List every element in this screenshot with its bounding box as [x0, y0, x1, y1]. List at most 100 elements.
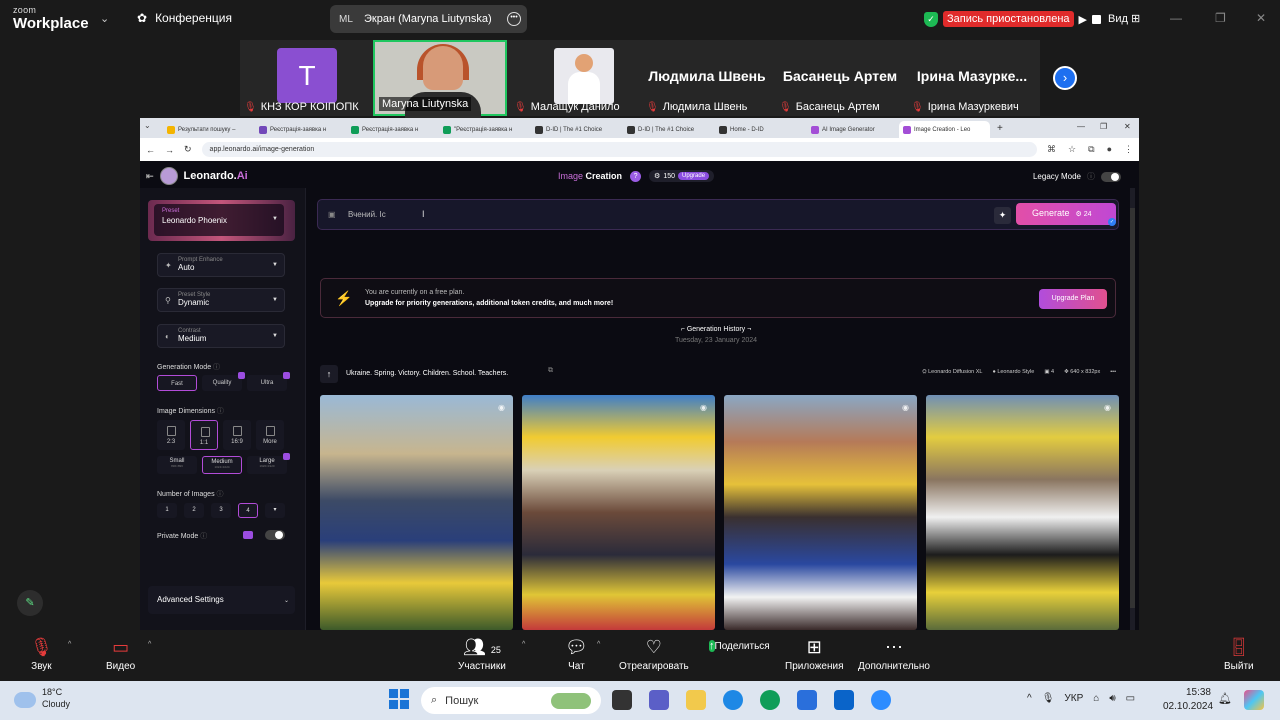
star-icon[interactable]: ☆ — [1068, 144, 1076, 155]
collapse-icon[interactable]: ⇤ — [146, 171, 154, 182]
eye-icon[interactable]: ◉ — [700, 403, 707, 412]
outlook-icon[interactable] — [834, 690, 854, 710]
preset-style-select[interactable]: ⚲ Preset Style Dynamic ▼ — [157, 288, 285, 312]
leave-button[interactable]: 🚪︎ Выйти — [1224, 637, 1254, 672]
browser-tab[interactable]: Реєстрація-заявка н — [255, 121, 346, 138]
maximize-icon[interactable]: ❐ — [1215, 11, 1226, 25]
screen-share-pill[interactable]: ML Экран (Maryna Liutynska) ••• — [330, 5, 527, 33]
url-input[interactable]: app.leonardo.ai/image-generation — [201, 142, 1038, 157]
close-icon[interactable]: ✕ — [1124, 122, 1131, 131]
num-images-3[interactable]: 3 — [211, 503, 231, 518]
participant-tile[interactable]: 🎙︎ Малащук Данило — [510, 40, 640, 116]
eye-icon[interactable]: ◉ — [902, 403, 909, 412]
file-explorer-icon[interactable] — [686, 690, 706, 710]
mode-fast[interactable]: Fast — [157, 375, 197, 391]
minimize-icon[interactable]: — — [1170, 11, 1182, 25]
video-button[interactable]: ▭ Видео ^ — [106, 637, 151, 672]
sparkle-icon[interactable]: ✦ — [994, 207, 1011, 224]
token-balance[interactable]: ⚙ 150 Upgrade — [649, 170, 715, 182]
prompt-input[interactable]: Вчений. Іс — [348, 210, 386, 219]
ratio-16-9[interactable]: 16:9 — [223, 420, 251, 450]
translate-icon[interactable]: ⌘ — [1047, 144, 1056, 155]
generated-image[interactable]: ◉ — [522, 395, 715, 630]
pencil-icon[interactable]: ✎ — [17, 590, 43, 616]
caret-down-icon[interactable]: ▾ — [265, 503, 285, 518]
tab-search-icon[interactable]: ⌄ — [144, 121, 158, 135]
eye-icon[interactable]: ◉ — [1104, 403, 1111, 412]
participant-tile[interactable]: Басанець Артем 🎙︎ Басанець Артем — [775, 40, 905, 116]
battery-icon[interactable]: ▭ — [1126, 693, 1135, 704]
upgrade-badge[interactable]: Upgrade — [678, 172, 710, 180]
teams-icon[interactable] — [649, 690, 669, 710]
participant-tile[interactable]: Людмила Швень 🎙︎ Людмила Швень — [642, 40, 772, 116]
view-menu[interactable]: Вид ⊞ — [1108, 12, 1140, 25]
back-icon[interactable]: ← — [146, 145, 155, 155]
help-icon[interactable]: ? — [630, 170, 642, 182]
generate-button[interactable]: Generate ⚙ 24 — [1016, 203, 1116, 225]
close-icon[interactable]: ✕ — [1256, 11, 1266, 25]
play-icon[interactable]: ▶ — [1079, 13, 1087, 26]
ratio-2-3[interactable]: 2:3 — [157, 420, 185, 450]
task-view-icon[interactable] — [612, 690, 632, 710]
browser-tab[interactable]: D-ID | The #1 Choice — [531, 121, 622, 138]
more-icon[interactable]: ••• — [507, 12, 521, 26]
network-icon[interactable]: ⌂ — [1093, 693, 1099, 704]
num-images-2[interactable]: 2 — [184, 503, 204, 518]
browser-tab[interactable]: AI Image Generator — [807, 121, 898, 138]
menu-icon[interactable]: ⋮ — [1124, 144, 1133, 155]
participant-tile[interactable]: Ірина Мазурке... 🎙︎ Ірина Мазуркевич — [907, 40, 1037, 116]
copy-icon[interactable]: ⧉ — [548, 367, 553, 375]
extensions-icon[interactable]: ⧉ — [1088, 144, 1094, 155]
eye-icon[interactable]: ◉ — [498, 403, 505, 412]
conference-menu[interactable]: ✿ Конференция — [137, 11, 232, 25]
private-mode-toggle[interactable] — [265, 530, 285, 540]
upgrade-plan-button[interactable]: Upgrade Plan — [1039, 289, 1107, 309]
num-images-4[interactable]: 4 — [238, 503, 258, 518]
mode-quality[interactable]: Quality — [202, 372, 245, 391]
react-button[interactable]: ♡ Отреагировать — [619, 637, 689, 672]
chat-button[interactable]: 💬︎ Чат ^ — [565, 637, 600, 672]
browser-tab[interactable]: "Реєстрація-заявка н — [439, 121, 530, 138]
maximize-icon[interactable]: ❐ — [1100, 122, 1107, 131]
chevron-up-icon[interactable]: ^ — [68, 641, 71, 648]
arrow-up-icon[interactable]: ↑ — [320, 365, 338, 383]
edge-icon[interactable] — [723, 690, 743, 710]
forward-icon[interactable]: → — [165, 145, 174, 155]
prompt-enhance-select[interactable]: ✦ Prompt Enhance Auto ▼ — [157, 253, 285, 277]
chevron-down-icon[interactable]: ⌄ — [100, 12, 114, 26]
chrome-icon[interactable] — [760, 690, 780, 710]
num-images-1[interactable]: 1 — [157, 503, 177, 518]
weather-widget[interactable]: 18°C Cloudy — [14, 687, 70, 710]
browser-tab[interactable]: Home - D-ID — [715, 121, 806, 138]
copilot-icon[interactable] — [1244, 690, 1264, 710]
more-icon[interactable]: ••• — [1110, 369, 1116, 376]
ratio-1-1[interactable]: 1:1 — [190, 420, 218, 450]
preset-card[interactable]: Preset Leonardo Phoenix ▼ — [148, 200, 295, 241]
browser-tab[interactable]: Результати пошуку – — [163, 121, 254, 138]
image-icon[interactable]: ▣ — [328, 210, 336, 219]
legacy-toggle[interactable] — [1101, 171, 1121, 182]
stop-icon[interactable] — [1092, 14, 1101, 24]
language-indicator[interactable]: УКР — [1064, 693, 1083, 704]
chevron-up-icon[interactable]: ^ — [597, 641, 600, 648]
windows-start-icon[interactable] — [389, 689, 409, 709]
size-medium[interactable]: Medium 1024×1024 — [202, 456, 242, 474]
chevron-up-icon[interactable]: ^ — [148, 641, 151, 648]
participant-tile[interactable]: T 🎙︎ КНЗ КОР КОІПОПК — [240, 40, 370, 116]
participants-button[interactable]: 👥︎ 25 Участники ^ — [458, 637, 525, 672]
taskbar-search[interactable]: ⌕ Пошук — [421, 687, 601, 714]
minimize-icon[interactable]: — — [1077, 122, 1085, 131]
chevron-right-icon[interactable]: › — [1053, 66, 1077, 90]
ratio-more[interactable]: More — [256, 420, 284, 450]
volume-icon[interactable]: 🔊︎ — [1109, 693, 1115, 704]
size-large[interactable]: Large 1920×1920 — [247, 453, 290, 474]
generated-image[interactable]: ◉ — [724, 395, 917, 630]
generated-image[interactable]: ◉ — [320, 395, 513, 630]
store-icon[interactable] — [797, 690, 817, 710]
browser-tab[interactable]: Реєстрація-заявка н — [347, 121, 438, 138]
audio-button[interactable]: 🎙︎ Звук ^ — [30, 637, 71, 672]
reload-icon[interactable]: ↻ — [184, 144, 192, 155]
mic-icon[interactable]: 🎙︎ — [1042, 693, 1055, 704]
scrollbar[interactable] — [1130, 188, 1135, 630]
chevron-up-icon[interactable]: ^ — [1027, 693, 1032, 704]
